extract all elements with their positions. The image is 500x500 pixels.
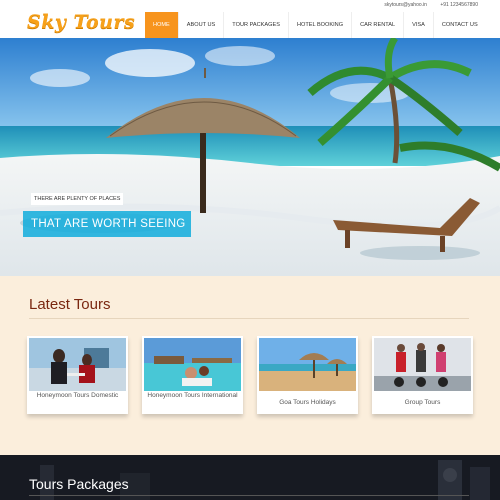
hero-banner: THERE ARE PLENTY OF PLACES THAT ARE WORT… — [0, 38, 500, 276]
tour-card-honeymoon-international[interactable]: Honeymoon Tours International — [142, 336, 243, 414]
tour-card-label: Honeymoon Tours Domestic — [36, 392, 119, 399]
tour-card-goa-holidays[interactable]: Goa Tours Holidays — [257, 336, 358, 414]
latest-tours-title: Latest Tours — [29, 296, 111, 313]
beach-umbrella-photo[interactable] — [259, 338, 356, 391]
tours-packages-title: Tours Packages — [29, 476, 129, 492]
main-nav: HOME ABOUT US TOUR PACKAGES HOTEL BOOKIN… — [145, 12, 486, 38]
couple-overwater-photo[interactable] — [144, 338, 241, 391]
nav-about-us[interactable]: ABOUT US — [177, 12, 224, 38]
contact-email[interactable]: skytours@yahoo.in — [384, 2, 427, 8]
tour-card-label: Group Tours — [404, 399, 441, 406]
site-header: Sky Tours skytours@yahoo.in +91 12345678… — [0, 0, 500, 38]
tour-card-label: Honeymoon Tours International — [147, 392, 238, 399]
tour-card-honeymoon-domestic[interactable]: Honeymoon Tours Domestic — [27, 336, 128, 414]
nav-contact-us[interactable]: CONTACT US — [432, 12, 486, 38]
tour-card-group-tours[interactable]: Group Tours — [372, 336, 473, 414]
nav-tour-packages[interactable]: TOUR PACKAGES — [223, 12, 288, 38]
nav-visa[interactable]: VISA — [403, 12, 433, 38]
site-logo[interactable]: Sky Tours — [27, 11, 135, 33]
nav-home[interactable]: HOME — [145, 12, 178, 38]
contact-strip: skytours@yahoo.in +91 1234567890 — [372, 2, 478, 8]
section-divider — [29, 495, 469, 496]
section-divider — [29, 318, 469, 319]
hero-beach-image — [0, 38, 500, 276]
couple-dining-photo[interactable] — [29, 338, 126, 391]
nav-car-rental[interactable]: CAR RENTAL — [351, 12, 403, 38]
hero-tagline: THERE ARE PLENTY OF PLACES — [31, 193, 124, 205]
contact-phone: +91 1234567890 — [440, 2, 478, 8]
tour-card-label: Goa Tours Holidays — [279, 399, 336, 406]
latest-tours-section: Latest Tours Honeymoon Tours Domestic Ho… — [0, 276, 500, 455]
segway-group-photo[interactable] — [374, 338, 471, 391]
hero-headline: THAT ARE WORTH SEEING — [23, 211, 191, 237]
nav-hotel-booking[interactable]: HOTEL BOOKING — [287, 12, 351, 38]
tours-packages-section: Tours Packages — [0, 455, 500, 500]
